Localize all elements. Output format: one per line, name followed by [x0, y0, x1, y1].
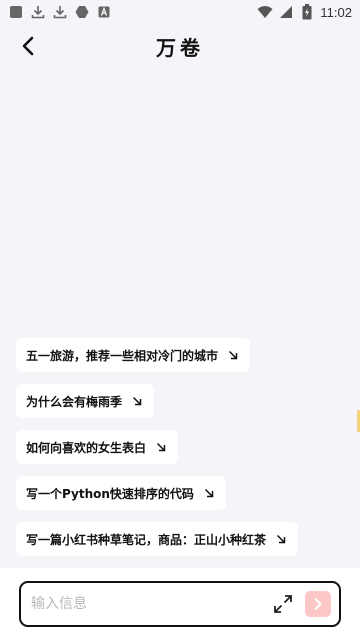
- expand-icon: [274, 595, 292, 613]
- battery-charging-icon: [299, 4, 315, 20]
- cellular-signal-icon: [278, 4, 294, 20]
- arrow-down-right-icon: [228, 350, 238, 360]
- suggestion-chip[interactable]: 写一篇小红书种草笔记，商品：正山小种红茶: [16, 522, 299, 556]
- download-icon: [30, 4, 46, 20]
- suggestion-label: 为什么会有梅雨季: [26, 394, 123, 409]
- suggestion-label: 如何向喜欢的女生表白: [26, 440, 147, 455]
- download-icon: [52, 4, 68, 20]
- app-header: 万卷: [0, 24, 360, 68]
- chevron-right-icon: [314, 598, 322, 610]
- send-button[interactable]: [305, 591, 331, 617]
- arrow-down-right-icon: [156, 442, 166, 452]
- arrow-down-right-icon: [204, 488, 214, 498]
- suggestion-label: 写一个Python快速排序的代码: [26, 486, 194, 501]
- input-bar: [0, 568, 360, 640]
- suggestion-chip[interactable]: 为什么会有梅雨季: [16, 384, 155, 418]
- app-square-icon: [8, 4, 24, 20]
- expand-button[interactable]: [271, 592, 295, 616]
- letter-a-icon: [96, 4, 112, 20]
- suggestion-chip[interactable]: 写一个Python快速排序的代码: [16, 476, 226, 510]
- arrow-down-right-icon: [276, 534, 286, 544]
- hexagon-icon: [74, 4, 90, 20]
- suggestion-label: 五一旅游，推荐一些相对冷门的城市: [26, 348, 219, 363]
- status-time: 11:02: [320, 4, 352, 20]
- suggestion-label: 写一篇小红书种草笔记，商品：正山小种红茶: [26, 532, 267, 547]
- page-title: 万卷: [156, 35, 204, 60]
- chevron-left-icon: [22, 36, 34, 56]
- suggestion-chip[interactable]: 如何向喜欢的女生表白: [16, 430, 179, 464]
- suggestion-list: 五一旅游，推荐一些相对冷门的城市 为什么会有梅雨季 如何向喜欢的女生表白 写一个…: [16, 338, 346, 556]
- suggestion-chip[interactable]: 五一旅游，推荐一些相对冷门的城市: [16, 338, 251, 372]
- arrow-down-right-icon: [132, 396, 142, 406]
- wifi-icon: [257, 4, 273, 20]
- screen: 11:02 万卷 五一旅游，推荐一些相对冷门的城市 为什么会有梅雨季 如何向喜欢…: [0, 0, 360, 640]
- status-bar: 11:02: [0, 0, 360, 24]
- message-input[interactable]: [31, 589, 271, 619]
- back-button[interactable]: [14, 32, 42, 60]
- status-bar-system: 11:02: [257, 4, 352, 20]
- status-bar-notifications: [8, 4, 112, 20]
- message-input-box: [19, 581, 341, 627]
